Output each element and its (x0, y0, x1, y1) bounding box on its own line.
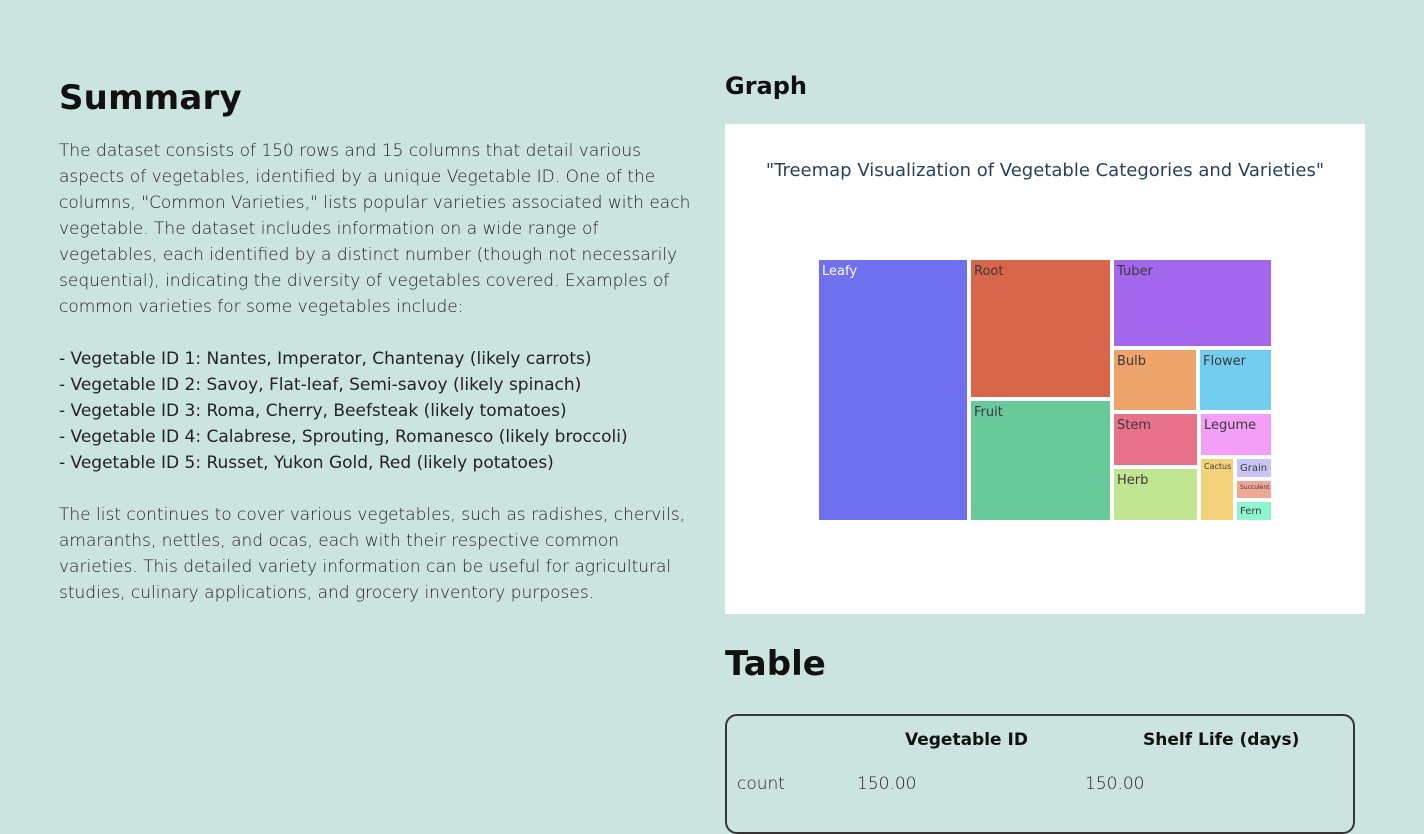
list-item: - Vegetable ID 2: Savoy, Flat-leaf, Semi… (59, 375, 582, 395)
treemap-label-stem: Stem (1117, 418, 1151, 433)
column-header-shelf-life: Shelf Life (days) (1143, 730, 1300, 750)
chart-title: "Treemap Visualization of Vegetable Cate… (765, 160, 1325, 181)
list-item: - Vegetable ID 4: Calabrese, Sprouting, … (59, 427, 628, 447)
treemap-label-root: Root (974, 264, 1003, 279)
treemap-chart[interactable]: Leafy Root Fruit Tuber Bulb Flower Stem Herb Leg… (725, 124, 1365, 614)
row-label-count: count (737, 774, 785, 794)
graph-heading: Graph (725, 72, 807, 100)
treemap-label-flower: Flower (1203, 354, 1247, 369)
treemap-tile-root[interactable] (971, 260, 1110, 397)
cell-count-shelf-life: 150.00 (1085, 774, 1145, 794)
treemap-label-tuber: Tuber (1116, 264, 1153, 279)
treemap-label-legume: Legume (1204, 418, 1256, 433)
summary-paragraph-1: The dataset consists of 150 rows and 15 … (59, 141, 691, 317)
treemap-label-herb: Herb (1117, 473, 1148, 488)
treemap-label-succulent: Succulent (1240, 484, 1270, 491)
treemap-label-grain: Grain (1240, 463, 1267, 474)
treemap-label-cactus: Cactus (1204, 462, 1231, 471)
list-item: - Vegetable ID 5: Russet, Yukon Gold, Re… (59, 453, 554, 473)
treemap-label-fruit: Fruit (974, 405, 1003, 420)
table-heading: Table (725, 644, 826, 684)
treemap-tile-leafy[interactable] (819, 260, 967, 520)
cell-count-vegetable-id: 150.00 (857, 774, 917, 794)
treemap-label-leafy: Leafy (822, 264, 857, 279)
treemap-label-fern: Fern (1240, 506, 1262, 517)
stats-table: Vegetable ID Shelf Life (days) count 150… (725, 714, 1355, 834)
treemap-svg[interactable]: Leafy Root Fruit Tuber Bulb Flower Stem Herb Leg… (725, 124, 1365, 614)
summary-heading: Summary (59, 78, 242, 118)
results-section: Graph Leafy Root Fruit Tuber Bulb Flower Stem H… (725, 72, 1365, 834)
column-header-vegetable-id: Vegetable ID (905, 730, 1028, 750)
list-item: - Vegetable ID 1: Nantes, Imperator, Cha… (59, 349, 592, 369)
treemap-label-bulb: Bulb (1117, 354, 1146, 369)
summary-paragraph-2: The list continues to cover various vege… (59, 505, 686, 603)
summary-section: Summary The dataset consists of 150 rows… (59, 78, 699, 606)
list-item: - Vegetable ID 3: Roma, Cherry, Beefstea… (59, 401, 567, 421)
vegetable-examples-list: - Vegetable ID 1: Nantes, Imperator, Cha… (59, 346, 699, 476)
